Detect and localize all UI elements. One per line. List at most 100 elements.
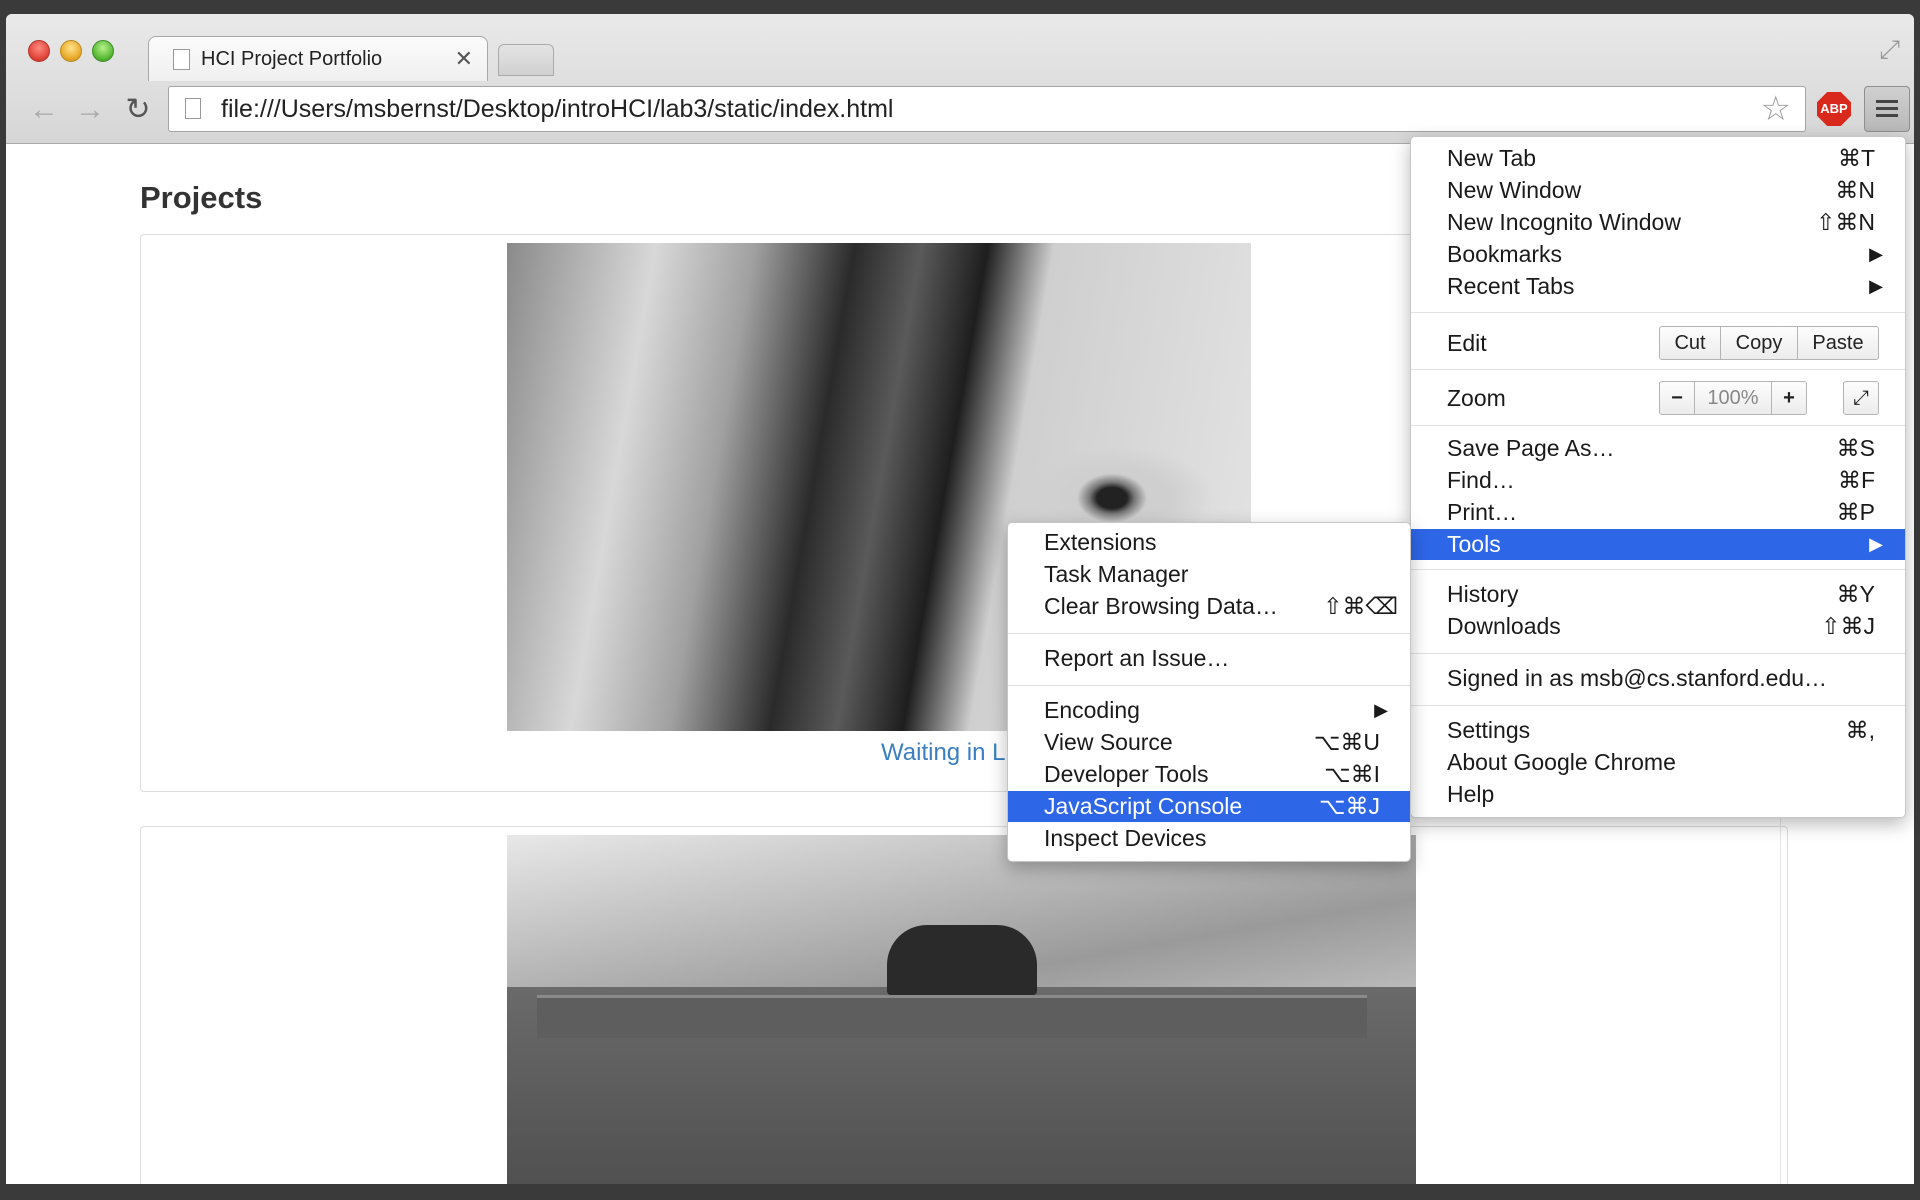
- menu-item-label: Encoding: [1044, 697, 1140, 723]
- menu-item-extensions[interactable]: Extensions: [1008, 527, 1410, 558]
- forward-arrow-icon[interactable]: →: [70, 90, 110, 130]
- menu-item-shortcut: ⌘,: [1845, 717, 1875, 743]
- menu-item-zoom: Zoom − 100% + ⤢: [1411, 381, 1905, 415]
- menu-separator: [1411, 425, 1905, 426]
- menu-item-shortcut: ⌥⌘U: [1313, 729, 1380, 755]
- menu-item-label: Task Manager: [1044, 561, 1189, 587]
- menu-item-label: History: [1447, 581, 1519, 607]
- menu-item-shortcut: ⇧⌘N: [1816, 209, 1875, 235]
- menu-item-about[interactable]: About Google Chrome: [1411, 747, 1905, 778]
- hamburger-line: [1876, 107, 1898, 110]
- menu-item-label: Find…: [1447, 467, 1515, 493]
- submenu-arrow-icon: ▶: [1869, 534, 1883, 554]
- menu-item-label: New Tab: [1447, 145, 1537, 171]
- menu-separator: [1411, 705, 1905, 706]
- cut-button[interactable]: Cut: [1659, 326, 1721, 360]
- menu-item-label: Report an Issue…: [1044, 645, 1230, 671]
- menu-item-print[interactable]: Print… ⌘P: [1411, 497, 1905, 528]
- address-bar[interactable]: file:///Users/msbernst/Desktop/introHCI/…: [168, 86, 1806, 132]
- page-icon: [185, 98, 201, 119]
- menu-item-tools[interactable]: Tools ▶: [1411, 529, 1905, 560]
- submenu-arrow-icon: ▶: [1869, 276, 1883, 296]
- menu-item-view-source[interactable]: View Source ⌥⌘U: [1008, 727, 1410, 758]
- menu-item-inspect-devices[interactable]: Inspect Devices: [1008, 823, 1410, 854]
- menu-item-settings[interactable]: Settings ⌘,: [1411, 715, 1905, 746]
- menu-item-new-incognito[interactable]: New Incognito Window ⇧⌘N: [1411, 207, 1905, 238]
- menu-item-label: New Incognito Window: [1447, 209, 1681, 235]
- menu-item-label: Clear Browsing Data…: [1044, 593, 1278, 619]
- adblock-icon[interactable]: ABP: [1817, 92, 1851, 126]
- menu-item-new-tab[interactable]: New Tab ⌘T: [1411, 143, 1905, 174]
- menu-item-task-manager[interactable]: Task Manager: [1008, 559, 1410, 590]
- url-text[interactable]: file:///Users/msbernst/Desktop/introHCI/…: [221, 95, 893, 124]
- menu-separator: [1411, 312, 1905, 313]
- menu-item-label: Inspect Devices: [1044, 825, 1207, 851]
- tab-active[interactable]: HCI Project Portfolio ✕: [148, 36, 488, 81]
- menu-item-label: Extensions: [1044, 529, 1157, 555]
- menu-item-clear-browsing-data[interactable]: Clear Browsing Data… ⇧⌘⌫: [1008, 591, 1410, 622]
- menu-item-label: Downloads: [1447, 613, 1561, 639]
- menu-item-label: Recent Tabs: [1447, 273, 1575, 299]
- quadriga-shape: [887, 925, 1037, 995]
- menu-item-label: Tools: [1447, 531, 1501, 557]
- menu-item-label: Print…: [1447, 499, 1518, 525]
- paste-button[interactable]: Paste: [1797, 326, 1879, 360]
- page-title: Projects: [140, 180, 263, 215]
- menu-item-label: Help: [1447, 781, 1495, 807]
- menu-item-label: JavaScript Console: [1044, 793, 1243, 819]
- new-tab-button[interactable]: [498, 44, 554, 76]
- menu-item-report-issue[interactable]: Report an Issue…: [1008, 643, 1410, 674]
- project-photo-gate[interactable]: [507, 835, 1416, 1184]
- menu-item-label: View Source: [1044, 729, 1173, 755]
- close-window-button[interactable]: [28, 40, 50, 62]
- menu-item-shortcut: ⇧⌘J: [1821, 613, 1875, 639]
- menu-item-save-page[interactable]: Save Page As… ⌘S: [1411, 433, 1905, 464]
- menu-item-recent-tabs[interactable]: Recent Tabs ▶: [1411, 271, 1905, 302]
- submenu-arrow-icon: ▶: [1374, 700, 1388, 720]
- browser-toolbar: HCI Project Portfolio ✕ ⤢ ← → ↻ file:///…: [6, 14, 1914, 144]
- menu-item-shortcut: ⌘F: [1837, 467, 1875, 493]
- menu-item-new-window[interactable]: New Window ⌘N: [1411, 175, 1905, 206]
- chrome-menu-button[interactable]: [1864, 86, 1910, 132]
- chrome-main-menu: New Tab ⌘T New Window ⌘N New Incognito Win…: [1410, 136, 1906, 818]
- menu-item-label: Settings: [1447, 717, 1531, 743]
- menu-item-bookmarks[interactable]: Bookmarks ▶: [1411, 239, 1905, 270]
- menu-item-shortcut: ⌥⌘I: [1324, 761, 1380, 787]
- zoom-level: 100%: [1694, 381, 1772, 415]
- menu-item-label: Zoom: [1447, 385, 1506, 411]
- menu-item-javascript-console[interactable]: JavaScript Console ⌥⌘J: [1008, 791, 1410, 822]
- menu-item-shortcut: ⌘Y: [1836, 581, 1875, 607]
- menu-separator: [1411, 569, 1905, 570]
- menu-item-label: New Window: [1447, 177, 1582, 203]
- zoom-in-button[interactable]: +: [1771, 381, 1807, 415]
- minimize-window-button[interactable]: [60, 40, 82, 62]
- menu-separator: [1411, 653, 1905, 654]
- menu-item-shortcut: ⇧⌘⌫: [1323, 593, 1398, 619]
- menu-item-edit: Edit Cut Copy Paste: [1411, 326, 1905, 360]
- star-icon[interactable]: ☆: [1761, 89, 1791, 129]
- reload-icon[interactable]: ↻: [118, 90, 158, 130]
- menu-item-help[interactable]: Help: [1411, 779, 1905, 810]
- menu-item-shortcut: ⌘S: [1836, 435, 1875, 461]
- project-link[interactable]: Waiting in L: [881, 739, 1006, 767]
- menu-separator: [1008, 633, 1410, 634]
- menu-item-shortcut: ⌘P: [1836, 499, 1875, 525]
- menu-item-developer-tools[interactable]: Developer Tools ⌥⌘I: [1008, 759, 1410, 790]
- zoom-window-button[interactable]: [92, 40, 114, 62]
- tools-submenu: Extensions Task Manager Clear Browsing D…: [1007, 522, 1411, 862]
- menu-item-encoding[interactable]: Encoding ▶: [1008, 695, 1410, 726]
- menu-item-find[interactable]: Find… ⌘F: [1411, 465, 1905, 496]
- copy-button[interactable]: Copy: [1720, 326, 1798, 360]
- back-arrow-icon[interactable]: ←: [24, 90, 64, 130]
- hamburger-line: [1876, 100, 1898, 103]
- zoom-out-button[interactable]: −: [1659, 381, 1695, 415]
- menu-item-signed-in[interactable]: Signed in as msb@cs.stanford.edu…: [1411, 663, 1905, 694]
- fullscreen-icon[interactable]: ⤢: [1879, 34, 1900, 66]
- menu-item-shortcut: ⌘N: [1835, 177, 1875, 203]
- menu-item-label: Bookmarks: [1447, 241, 1563, 267]
- menu-item-downloads[interactable]: Downloads ⇧⌘J: [1411, 611, 1905, 642]
- menu-separator: [1411, 369, 1905, 370]
- close-tab-icon[interactable]: ✕: [455, 46, 473, 72]
- menu-item-history[interactable]: History ⌘Y: [1411, 579, 1905, 610]
- fullscreen-icon[interactable]: ⤢: [1843, 381, 1879, 415]
